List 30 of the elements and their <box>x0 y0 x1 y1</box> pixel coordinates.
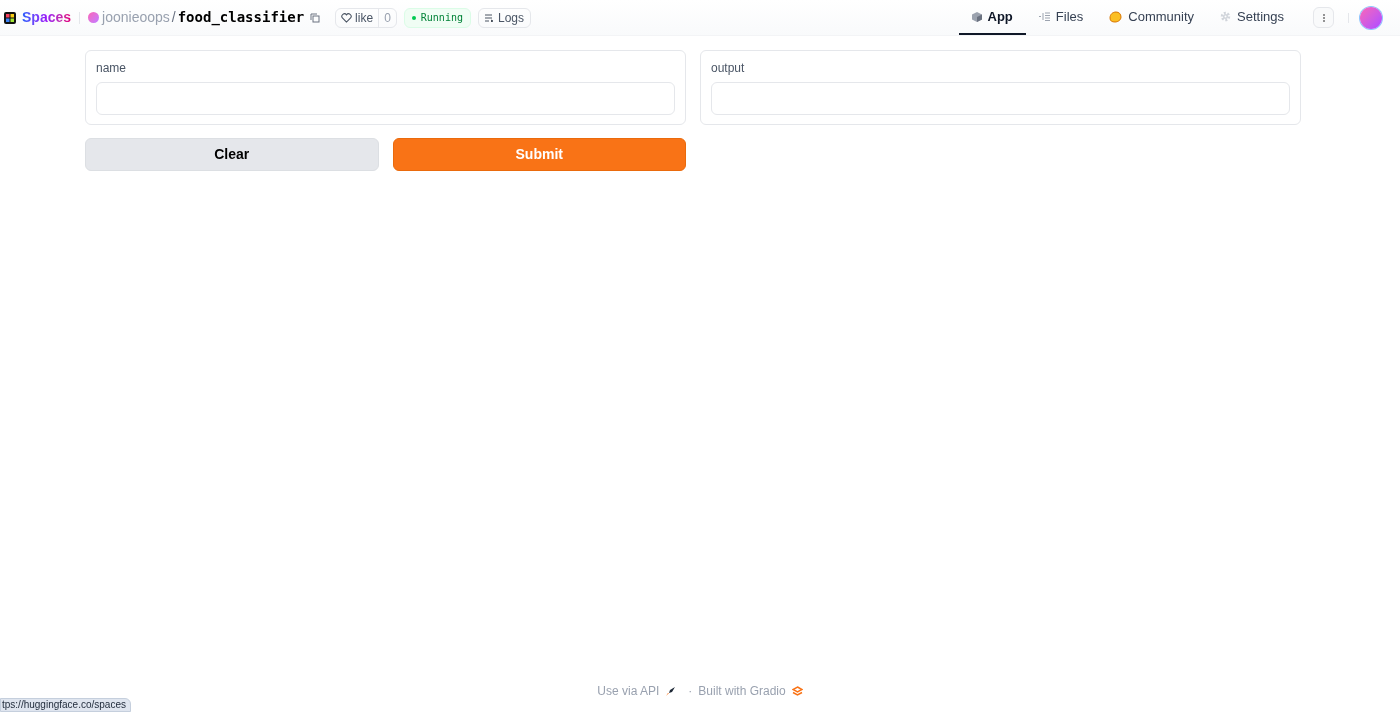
gradio-logo-icon <box>791 686 803 696</box>
field-label: output <box>711 60 746 76</box>
cube-icon <box>971 11 982 22</box>
logs-button[interactable]: Logs <box>477 7 531 28</box>
field-label: name <box>96 60 128 76</box>
user-avatar <box>88 12 100 23</box>
like-button[interactable]: like 0 <box>335 7 397 28</box>
clear-button[interactable]: Clear <box>85 138 379 171</box>
status-label: Running <box>420 11 463 25</box>
footer-separator: · <box>688 683 693 700</box>
like-label: like <box>355 9 374 27</box>
nav-tab[interactable]: App <box>958 0 1026 35</box>
spaces-logo-icon <box>4 11 16 24</box>
like-count: 0 <box>378 8 396 27</box>
file-list-icon <box>1038 12 1050 21</box>
path-separator: / <box>171 8 176 27</box>
list-icon <box>484 13 494 22</box>
nav-tab[interactable]: Files <box>1025 0 1097 35</box>
status-bar-url: tps://huggingface.co/spaces <box>0 698 131 712</box>
input-field[interactable] <box>96 82 675 115</box>
repo-name[interactable]: food_classifier <box>177 7 305 28</box>
heart-icon <box>341 12 353 23</box>
more-options-button[interactable] <box>1313 7 1334 28</box>
nav-tab[interactable]: Community <box>1096 0 1207 35</box>
input-field[interactable] <box>711 82 1290 115</box>
settings-icon <box>1220 11 1231 22</box>
nav-tab[interactable]: Settings <box>1207 0 1297 35</box>
account-avatar[interactable] <box>1360 6 1382 29</box>
copy-icon[interactable] <box>310 12 321 23</box>
vertical-dots-icon <box>1322 13 1325 22</box>
